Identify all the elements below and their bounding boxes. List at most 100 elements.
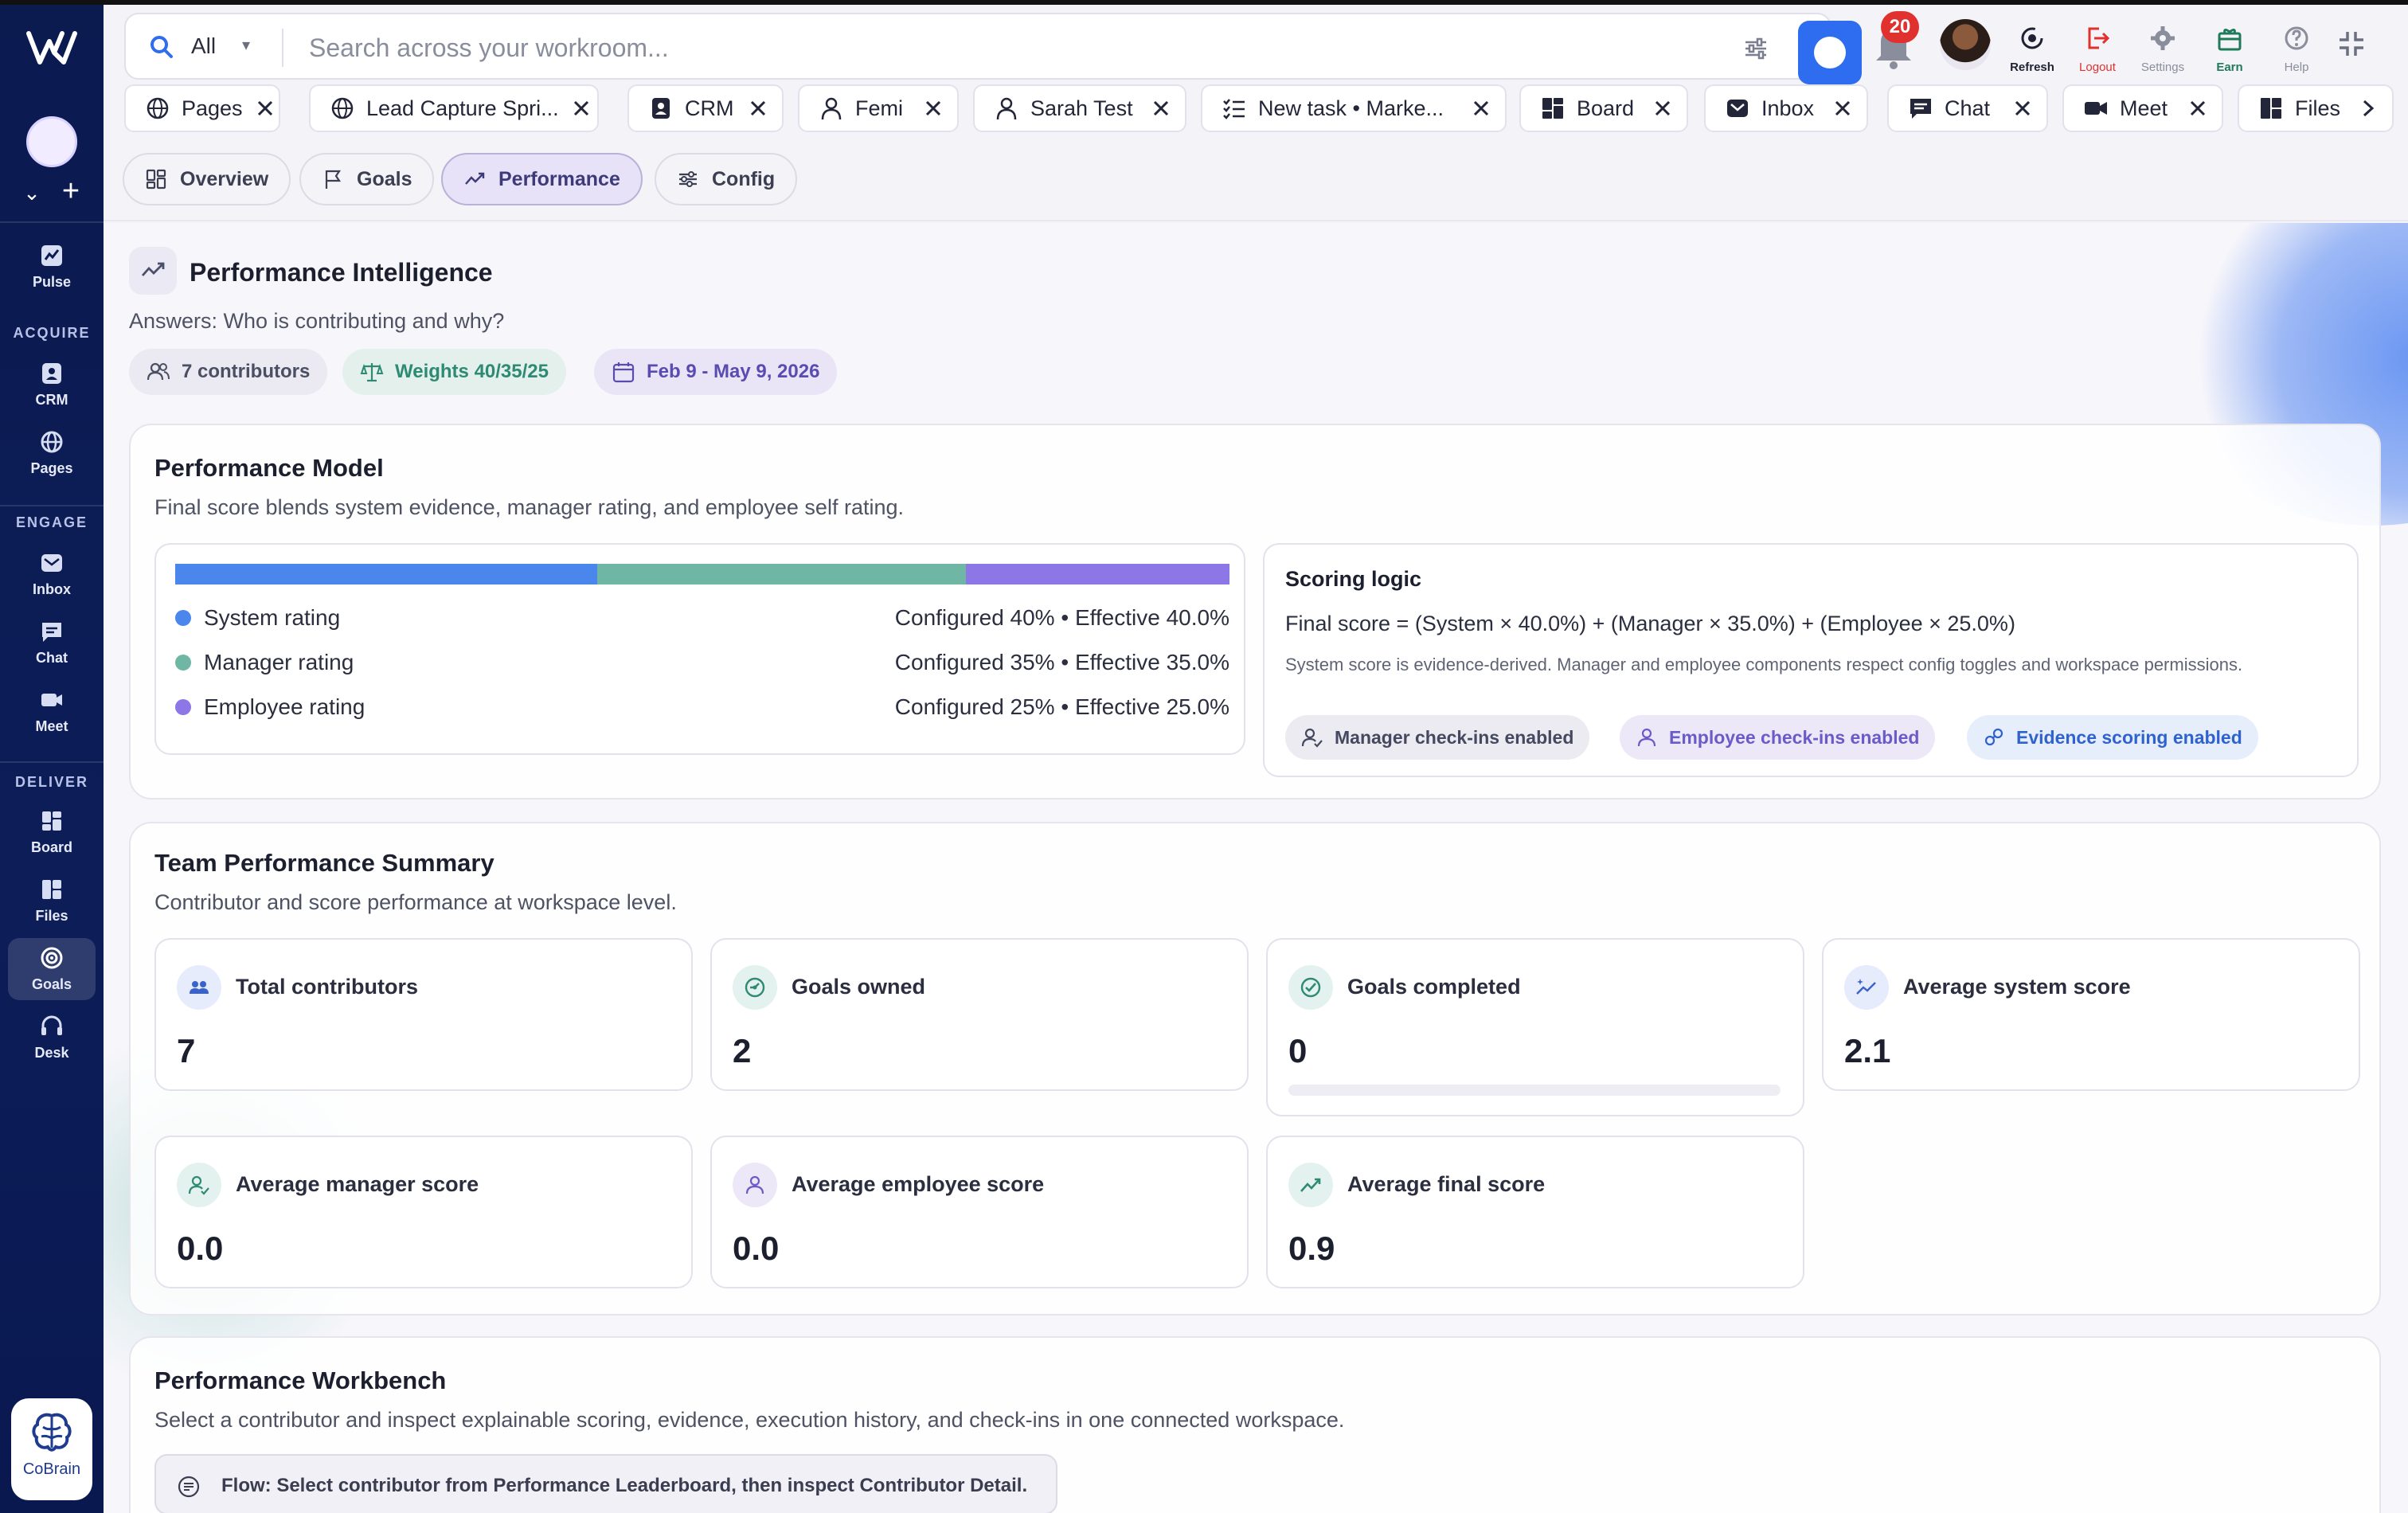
search-scope-select[interactable]: All (191, 33, 216, 59)
close-icon[interactable] (749, 99, 768, 118)
close-icon[interactable] (1472, 99, 1491, 118)
flag-icon (325, 170, 342, 189)
scale-icon (360, 363, 384, 382)
sidebar-item-crm[interactable]: CRM (8, 354, 96, 416)
stat-label: Average employee score (792, 1172, 1045, 1196)
scoring-formula: Final score = (System × 40.0%) + (Manage… (1285, 612, 2015, 635)
close-icon[interactable] (2188, 99, 2207, 118)
subnav-goals[interactable]: Goals (299, 153, 435, 205)
stat-average-employee-score: Average employee score 0.0 (710, 1136, 1249, 1288)
sidebar-item-label: Desk (34, 1045, 69, 1061)
sidebar-item-label: Pages (30, 460, 73, 476)
tab-pages[interactable]: Pages (124, 84, 280, 132)
sidebar-item-pulse[interactable]: Pulse (8, 236, 96, 298)
target-icon (41, 947, 63, 969)
person-icon (733, 1163, 777, 1207)
tab-label: New task • Marke... (1258, 96, 1444, 120)
close-icon[interactable] (1833, 99, 1852, 118)
settings-label: Settings (2140, 61, 2185, 74)
check-circle-icon (1288, 965, 1333, 1010)
sidebar-item-inbox[interactable]: Inbox (8, 543, 96, 605)
sidebar-item-meet[interactable]: Meet (8, 680, 96, 742)
video-icon (41, 694, 62, 706)
collapse-icon[interactable] (2336, 29, 2367, 59)
close-icon[interactable] (256, 99, 275, 118)
app-logo[interactable] (25, 29, 78, 68)
help-button[interactable]: Help (2265, 16, 2328, 80)
close-icon[interactable] (924, 99, 943, 118)
scoring-logic-title: Scoring logic (1285, 567, 1422, 591)
sidebar-item-board[interactable]: Board (8, 801, 96, 863)
trend-icon (141, 262, 165, 276)
person-icon (996, 97, 1017, 120)
ai-search-button[interactable] (1798, 21, 1862, 84)
sidebar-item-goals[interactable]: Goals (8, 938, 96, 1000)
tab-femi[interactable]: Femi (798, 84, 959, 132)
logout-button[interactable]: Logout (2066, 16, 2129, 80)
tab-sarah-test[interactable]: Sarah Test (973, 84, 1186, 132)
tab-files[interactable]: Files (2238, 84, 2394, 132)
board-icon (42, 811, 61, 831)
manager-checkins-badge: Manager check-ins enabled (1285, 715, 1590, 760)
sidebar-item-label: Meet (35, 718, 68, 734)
brain-icon (32, 1413, 72, 1452)
sidebar-item-pages[interactable]: Pages (8, 422, 96, 484)
close-icon[interactable] (572, 99, 591, 118)
performance-main: Performance Intelligence Answers: Who is… (104, 223, 2408, 1513)
close-icon[interactable] (2013, 99, 2032, 118)
earn-button[interactable]: Earn (2198, 16, 2261, 80)
logout-label: Logout (2079, 61, 2116, 74)
sidebar-item-chat[interactable]: Chat (8, 612, 96, 674)
tab-label: Femi (855, 96, 903, 120)
notification-count-badge: 20 (1881, 11, 1919, 43)
scoring-logic-panel: Scoring logic Final score = (System × 40… (1263, 543, 2359, 777)
sidebar-item-label: Chat (36, 650, 68, 666)
headset-icon (41, 1015, 62, 1035)
performance-subnav: Overview Goals Performance Config (104, 142, 2408, 221)
tab-lead-capture[interactable]: Lead Capture Spri... (309, 84, 599, 132)
inbox-icon (41, 554, 62, 572)
stat-value: 0.0 (177, 1230, 224, 1267)
workspace-chevron-down-icon[interactable]: ⌄ (22, 182, 41, 203)
subnav-config[interactable]: Config (655, 153, 798, 205)
sidebar-item-files[interactable]: Files (8, 870, 96, 932)
tab-chat[interactable]: Chat (1887, 84, 2048, 132)
tab-meet[interactable]: Meet (2062, 84, 2223, 132)
stat-total-contributors: Total contributors 7 (154, 938, 693, 1091)
sidebar-section-deliver: DELIVER (14, 774, 88, 790)
search-input[interactable] (309, 29, 1583, 67)
user-check-icon (177, 1163, 221, 1207)
user-avatar[interactable] (1940, 19, 1991, 70)
tab-inbox[interactable]: Inbox (1704, 84, 1868, 132)
close-icon[interactable] (1653, 99, 1672, 118)
chevron-right-icon[interactable] (2359, 99, 2378, 118)
chevron-down-icon[interactable]: ▾ (242, 35, 250, 55)
sidebar-item-label: Pulse (32, 274, 72, 290)
link-icon (1984, 728, 2003, 746)
tab-crm[interactable]: CRM (627, 84, 784, 132)
add-workspace-plus-icon[interactable]: + (59, 176, 83, 206)
sidebar-item-desk[interactable]: Desk (8, 1007, 96, 1069)
badge-label: Employee check-ins enabled (1669, 726, 1920, 748)
tab-label: Board (1577, 96, 1635, 120)
weight-name: System rating (204, 605, 341, 630)
badge-label: Manager check-ins enabled (1335, 726, 1574, 748)
stat-average-manager-score: Average manager score 0.0 (154, 1136, 693, 1288)
sidebar-item-label: CRM (35, 392, 68, 408)
tab-board[interactable]: Board (1519, 84, 1688, 132)
cobrain-label: CoBrain (22, 1460, 81, 1478)
workspace-avatar[interactable] (26, 116, 77, 167)
subnav-overview[interactable]: Overview (123, 153, 291, 205)
tab-new-task[interactable]: New task • Marke... (1201, 84, 1507, 132)
date-range-chip[interactable]: Feb 9 - May 9, 2026 (594, 349, 838, 395)
settings-button[interactable]: Settings (2131, 16, 2195, 80)
filter-sliders-icon[interactable] (1742, 35, 1769, 62)
files-icon (2261, 98, 2281, 119)
sidebar-divider (0, 221, 104, 223)
refresh-button[interactable]: Refresh (2000, 16, 2064, 80)
crm-icon (652, 98, 670, 119)
close-icon[interactable] (1151, 99, 1171, 118)
cobrain-button[interactable]: CoBrain (11, 1398, 92, 1500)
subnav-performance[interactable]: Performance (441, 153, 643, 205)
sidebar-item-label: Files (35, 908, 68, 924)
